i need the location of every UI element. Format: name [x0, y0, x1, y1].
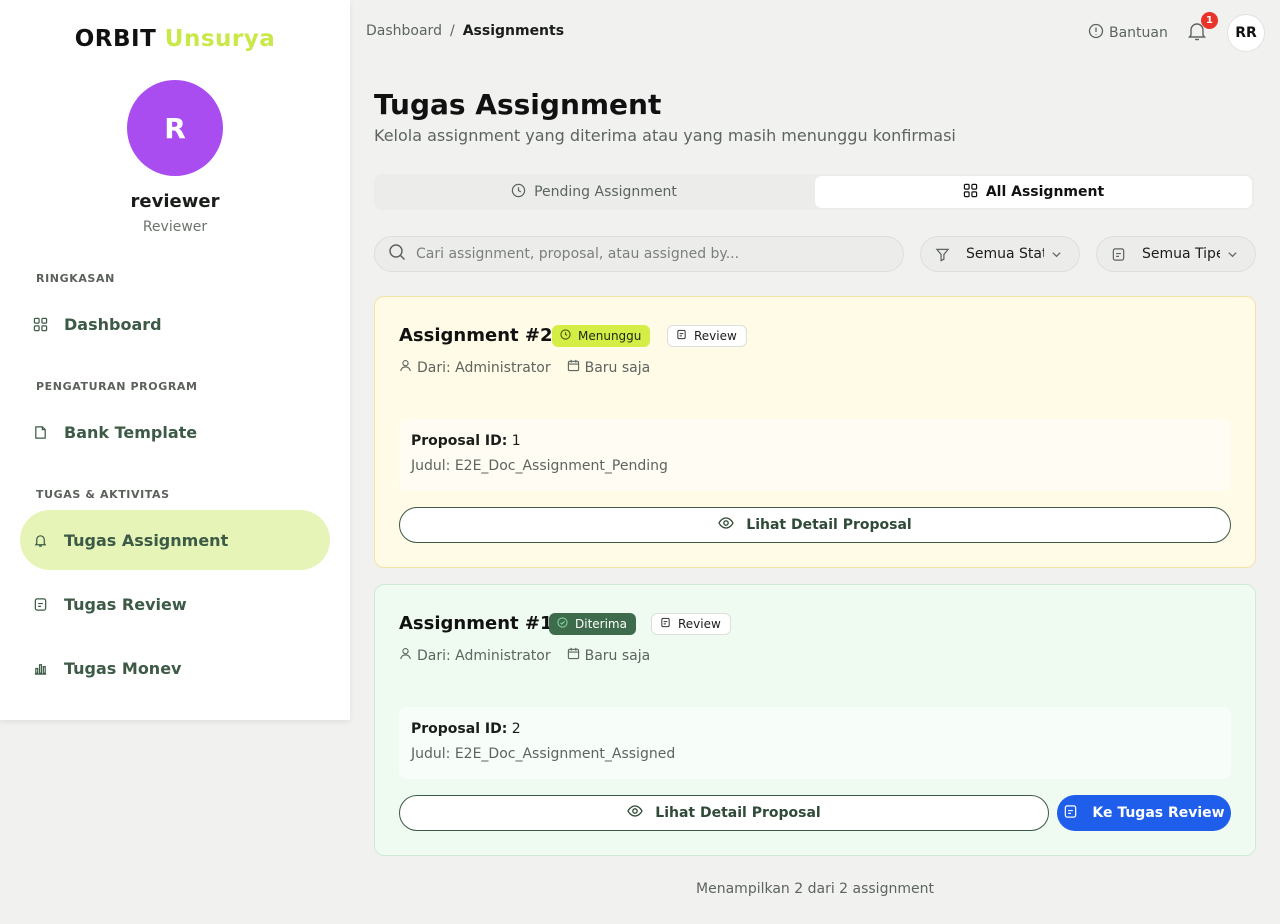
user-icon	[399, 647, 417, 664]
info-icon	[1088, 23, 1104, 43]
sidebar-item-label: Tugas Assignment	[64, 530, 229, 550]
user-icon	[399, 359, 417, 376]
assigned-time: Baru saja	[584, 359, 651, 376]
chevron-down-icon	[1050, 248, 1063, 261]
help-label: Bantuan	[1109, 25, 1168, 41]
results-summary: Menampilkan 2 dari 2 assignment	[696, 881, 934, 897]
assignment-title: Assignment #1	[399, 613, 553, 634]
clock-icon	[511, 183, 526, 202]
status-filter-select[interactable]: Semua Status	[920, 236, 1080, 272]
proposal-id-label: Proposal ID:	[411, 433, 508, 449]
type-badge: Review	[667, 325, 747, 347]
help-link[interactable]: Bantuan	[1088, 23, 1168, 43]
document-icon	[660, 617, 671, 631]
assigned-time: Baru saja	[584, 647, 651, 664]
calendar-icon	[567, 359, 585, 376]
breadcrumb-current: Assignments	[462, 23, 565, 39]
brand-name-part1: ORBIT	[74, 26, 157, 52]
file-icon	[33, 425, 48, 440]
sidebar-item-bank-template[interactable]: Bank Template	[20, 402, 330, 462]
assignment-card: Assignment #1 Diterima Review Dari: Admi…	[374, 584, 1256, 856]
assigned-by: Dari: Administrator	[417, 359, 551, 376]
document-icon	[33, 597, 48, 612]
sidebar-section-title: RINGKASAN	[36, 272, 115, 285]
view-proposal-detail-button[interactable]: Lihat Detail Proposal	[399, 795, 1049, 831]
sidebar-item-label: Tugas Monev	[64, 658, 182, 678]
sidebar-item-tugas-monev[interactable]: Tugas Monev	[20, 638, 330, 698]
assignment-tabs: Pending Assignment All Assignment	[374, 174, 1254, 210]
type-badge-label: Review	[678, 617, 721, 631]
proposal-title: Judul: E2E_Doc_Assignment_Pending	[411, 458, 668, 474]
bar-chart-icon	[33, 661, 48, 676]
document-icon	[676, 329, 687, 343]
sidebar-item-tugas-review[interactable]: Tugas Review	[20, 574, 330, 634]
status-badge: Menunggu	[552, 325, 651, 347]
tab-all-assignment[interactable]: All Assignment	[815, 176, 1252, 208]
assignment-meta: Dari: Administrator Baru saja	[399, 647, 650, 664]
brand-name-part2: Unsurya	[164, 26, 276, 52]
status-badge: Diterima	[549, 613, 636, 635]
proposal-id-value: 1	[511, 433, 521, 449]
status-badge-label: Menunggu	[578, 329, 642, 343]
sidebar-item-label: Dashboard	[64, 314, 162, 334]
sidebar-item-label: Bank Template	[64, 422, 198, 442]
button-label: Ke Tugas Review	[1092, 805, 1225, 821]
proposal-id-label: Proposal ID:	[411, 721, 508, 737]
eye-icon	[718, 515, 735, 535]
search-box	[374, 236, 904, 272]
assignment-meta: Dari: Administrator Baru saja	[399, 359, 650, 376]
sidebar-item-tugas-assignment[interactable]: Tugas Assignment	[20, 510, 330, 570]
assigned-by: Dari: Administrator	[417, 647, 551, 664]
type-filter-value: Semua Tipe	[1142, 246, 1220, 262]
chevron-down-icon	[1226, 248, 1239, 261]
breadcrumb-dashboard-link[interactable]: Dashboard	[366, 23, 442, 39]
sidebar-item-label: Tugas Review	[64, 594, 187, 614]
grid-icon	[963, 183, 978, 202]
eye-icon	[627, 803, 644, 823]
brand-logo[interactable]: ORBIT Unsurya	[0, 26, 350, 52]
proposal-info: Proposal ID: 2 Judul: E2E_Doc_Assignment…	[399, 707, 1231, 779]
sidebar-item-dashboard[interactable]: Dashboard	[20, 294, 330, 354]
sidebar: ORBIT Unsurya R reviewer Reviewer RINGKA…	[0, 0, 350, 720]
proposal-title: Judul: E2E_Doc_Assignment_Assigned	[411, 746, 676, 762]
user-role: Reviewer	[142, 219, 208, 235]
bell-icon	[33, 533, 48, 548]
sidebar-section-title: TUGAS & AKTIVITAS	[36, 488, 170, 501]
button-label: Lihat Detail Proposal	[655, 805, 821, 821]
page-subtitle: Kelola assignment yang diterima atau yan…	[374, 126, 956, 145]
page-title: Tugas Assignment	[374, 88, 662, 121]
document-icon	[1063, 804, 1078, 823]
sidebar-section-title: PENGATURAN PROGRAM	[36, 380, 198, 393]
calendar-icon	[567, 647, 585, 664]
status-filter-value: Semua Status	[966, 246, 1044, 262]
button-label: Lihat Detail Proposal	[746, 517, 912, 533]
check-circle-icon	[557, 617, 568, 631]
assignment-card: Assignment #2 Menunggu Review Dari: Admi…	[374, 296, 1256, 568]
user-avatar: R	[127, 80, 223, 176]
notification-count-badge: 1	[1201, 12, 1218, 29]
breadcrumb-separator: /	[449, 23, 455, 39]
search-input[interactable]	[416, 246, 886, 262]
assignment-title: Assignment #2	[399, 325, 553, 346]
tab-pending-assignment[interactable]: Pending Assignment	[376, 176, 812, 208]
proposal-id-value: 2	[511, 721, 521, 737]
filter-icon	[935, 247, 950, 262]
tab-label: Pending Assignment	[534, 184, 677, 200]
type-filter-select[interactable]: Semua Tipe	[1096, 236, 1256, 272]
proposal-info: Proposal ID: 1 Judul: E2E_Doc_Assignment…	[399, 419, 1231, 491]
go-to-review-task-button[interactable]: Ke Tugas Review	[1057, 795, 1231, 831]
grid-icon	[33, 317, 48, 332]
breadcrumb: Dashboard / Assignments	[366, 23, 564, 39]
search-icon	[388, 243, 416, 265]
clock-icon	[560, 329, 571, 343]
document-icon	[1111, 247, 1126, 262]
tab-label: All Assignment	[985, 184, 1105, 200]
status-badge-label: Diterima	[575, 617, 627, 631]
type-badge: Review	[651, 613, 731, 635]
view-proposal-detail-button[interactable]: Lihat Detail Proposal	[399, 507, 1231, 543]
type-badge-label: Review	[694, 329, 737, 343]
user-name: reviewer	[130, 191, 220, 212]
profile-avatar[interactable]: RR	[1227, 14, 1265, 52]
